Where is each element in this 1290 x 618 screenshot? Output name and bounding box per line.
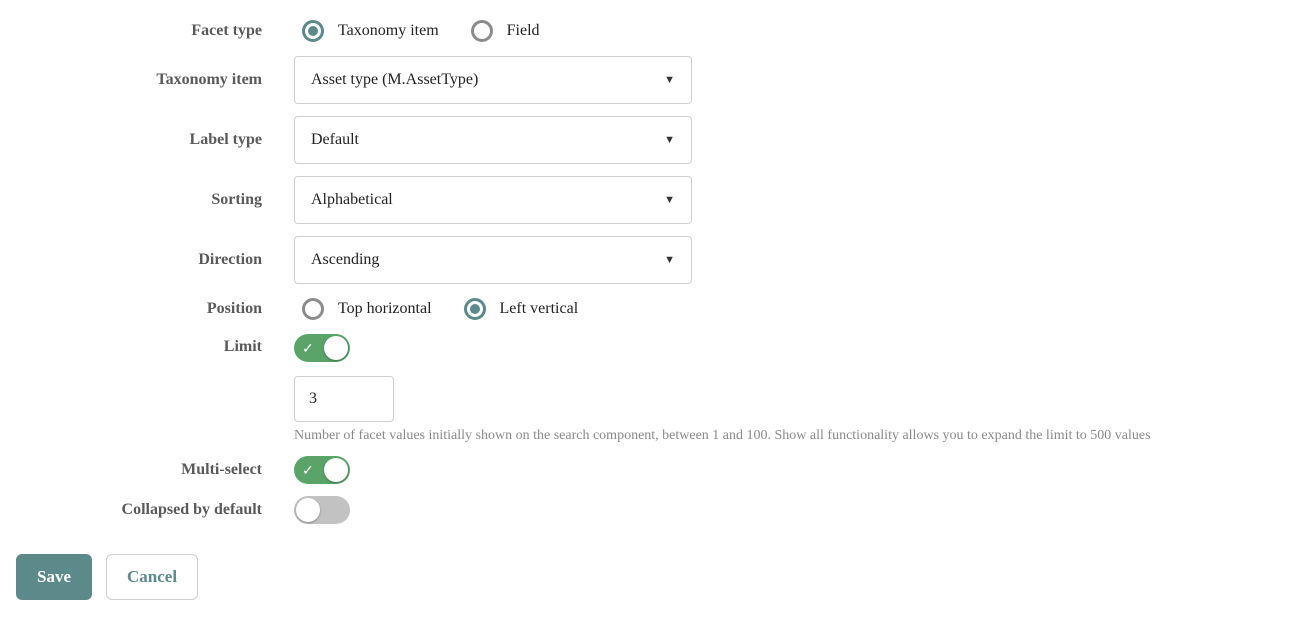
caret-down-icon: ▼ xyxy=(664,194,675,206)
row-facet-type: Facet type Taxonomy item Field xyxy=(16,18,1274,44)
caret-down-icon: ▼ xyxy=(664,134,675,146)
sorting-select[interactable]: Alphabetical ▼ xyxy=(294,176,692,224)
radio-label: Top horizontal xyxy=(338,300,432,318)
row-sorting: Sorting Alphabetical ▼ xyxy=(16,176,1274,224)
radio-circle-icon xyxy=(471,20,493,42)
multi-select-toggle[interactable]: ✓ xyxy=(294,456,350,484)
radio-circle-icon xyxy=(464,298,486,320)
row-direction: Direction Ascending ▼ xyxy=(16,236,1274,284)
radio-label: Taxonomy item xyxy=(338,22,439,40)
row-collapsed: Collapsed by default xyxy=(16,496,1274,524)
label-facet-type: Facet type xyxy=(16,22,262,40)
save-button[interactable]: Save xyxy=(16,554,92,600)
row-limit: Limit ✓ Number of facet values initially… xyxy=(16,334,1274,444)
select-value: Default xyxy=(311,131,359,149)
cancel-button[interactable]: Cancel xyxy=(106,554,198,600)
caret-down-icon: ▼ xyxy=(664,254,675,266)
caret-down-icon: ▼ xyxy=(664,74,675,86)
row-position: Position Top horizontal Left vertical xyxy=(16,296,1274,322)
label-label-type: Label type xyxy=(16,131,262,149)
select-value: Alphabetical xyxy=(311,191,393,209)
limit-help-text: Number of facet values initially shown o… xyxy=(294,428,1274,444)
label-limit: Limit xyxy=(16,334,262,356)
radio-circle-icon xyxy=(302,20,324,42)
facet-type-radio-group: Taxonomy item Field xyxy=(294,18,1274,44)
radio-field[interactable]: Field xyxy=(471,20,540,42)
label-type-select[interactable]: Default ▼ xyxy=(294,116,692,164)
label-collapsed: Collapsed by default xyxy=(16,501,262,519)
row-taxonomy-item: Taxonomy item Asset type (M.AssetType) ▼ xyxy=(16,56,1274,104)
label-sorting: Sorting xyxy=(16,191,262,209)
radio-circle-icon xyxy=(302,298,324,320)
label-direction: Direction xyxy=(16,251,262,269)
select-value: Asset type (M.AssetType) xyxy=(311,71,478,89)
form-actions: Save Cancel xyxy=(16,554,1274,600)
radio-label: Left vertical xyxy=(500,300,579,318)
facet-settings-form: Facet type Taxonomy item Field Taxonomy … xyxy=(16,18,1274,600)
check-icon: ✓ xyxy=(302,341,314,355)
label-taxonomy-item: Taxonomy item xyxy=(16,71,262,89)
select-value: Ascending xyxy=(311,251,379,269)
radio-left-vertical[interactable]: Left vertical xyxy=(464,298,579,320)
label-multi-select: Multi-select xyxy=(16,461,262,479)
position-radio-group: Top horizontal Left vertical xyxy=(294,296,1274,322)
direction-select[interactable]: Ascending ▼ xyxy=(294,236,692,284)
row-label-type: Label type Default ▼ xyxy=(16,116,1274,164)
radio-label: Field xyxy=(507,22,540,40)
limit-input[interactable] xyxy=(294,376,394,422)
radio-taxonomy-item[interactable]: Taxonomy item xyxy=(302,20,439,42)
radio-top-horizontal[interactable]: Top horizontal xyxy=(302,298,432,320)
taxonomy-item-select[interactable]: Asset type (M.AssetType) ▼ xyxy=(294,56,692,104)
check-icon: ✓ xyxy=(302,463,314,477)
limit-toggle[interactable]: ✓ xyxy=(294,334,350,362)
label-position: Position xyxy=(16,300,262,318)
row-multi-select: Multi-select ✓ xyxy=(16,456,1274,484)
collapsed-toggle[interactable] xyxy=(294,496,350,524)
